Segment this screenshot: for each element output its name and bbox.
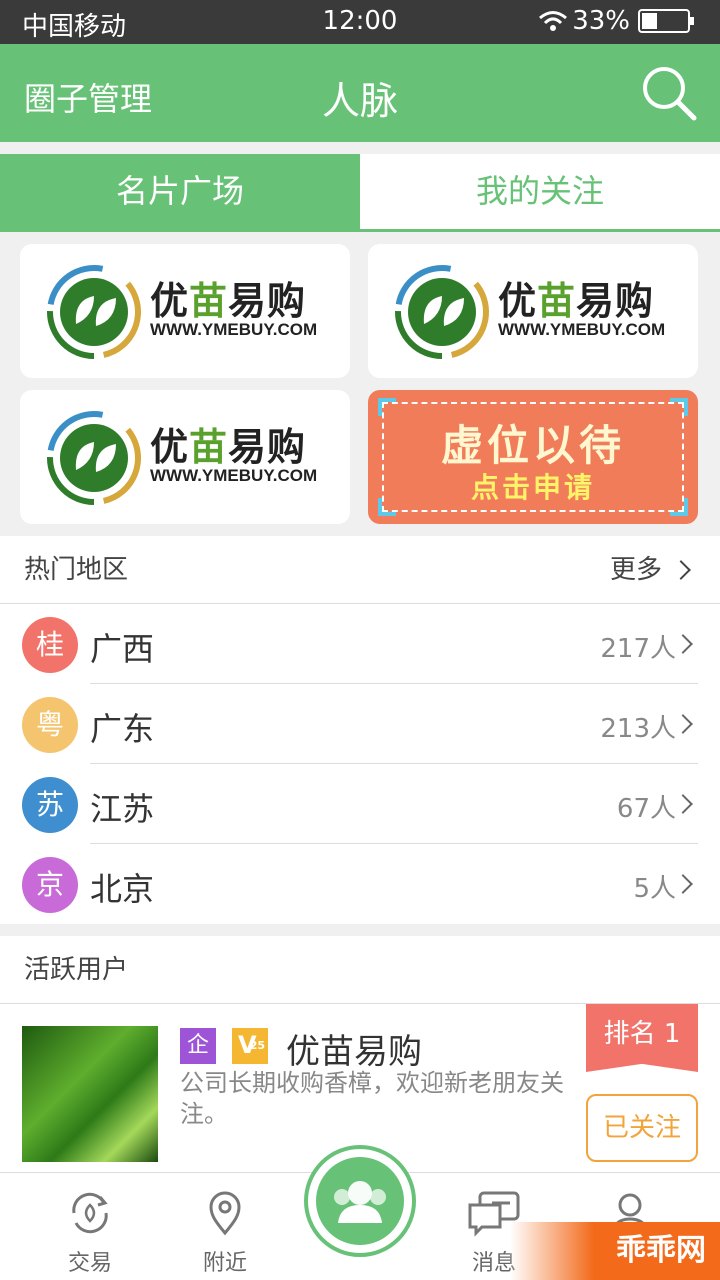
watermark-logo: 乖乖网 (510, 1222, 720, 1280)
region-name: 广东 (90, 710, 155, 748)
leaf-logo-icon (395, 265, 489, 359)
region-row[interactable]: 苏 江苏 67人 (0, 764, 720, 844)
status-indicators: 33% (538, 6, 694, 36)
bottom-tab-bar: 交易 附近 消息 乖乖网 (0, 1145, 720, 1280)
tab-card-square[interactable]: 名片广场 (0, 154, 360, 229)
status-bar: 中国移动 12:00 33% (0, 0, 720, 44)
section-title: 热门地区 (24, 555, 129, 585)
vip-level-badge: V 25 (232, 1028, 268, 1064)
page-title: 人脉 (321, 79, 398, 123)
business-card[interactable]: 优苗易购 WWW.YMEBUY.COM (20, 244, 350, 378)
battery-percent: 33% (572, 6, 630, 36)
region-name: 江苏 (90, 790, 155, 828)
location-icon (209, 1191, 241, 1236)
section-title: 活跃用户 (24, 955, 129, 985)
tab-label: 附近 (202, 1251, 247, 1276)
contacts-icon (334, 1181, 386, 1223)
rank-badge: 排名 1 (586, 1004, 698, 1072)
section-header: 热门地区 更多 (0, 536, 720, 604)
tab-label: 交易 (67, 1251, 112, 1276)
company-name-logo: 优苗易购 (150, 279, 307, 323)
search-icon[interactable] (640, 64, 698, 122)
leaf-logo-icon (47, 265, 141, 359)
active-users-section: 活跃用户 企 V 25 优苗易购 公司长期收购香樟，欢迎新老朋友关注。 排名 1 … (0, 936, 720, 1172)
company-url: WWW.YMEBUY.COM (150, 466, 318, 485)
business-card[interactable]: 优苗易购 WWW.YMEBUY.COM (368, 244, 698, 378)
section-header: 活跃用户 (0, 936, 720, 1004)
battery-icon (638, 9, 694, 33)
enterprise-badge: 企 (180, 1028, 216, 1064)
region-row[interactable]: 桂 广西 217人 (0, 604, 720, 684)
region-row[interactable]: 京 北京 5人 (0, 844, 720, 924)
apply-slot-button[interactable]: 虚位以待 点击申请 (368, 390, 698, 524)
region-row[interactable]: 粤 广东 213人 (0, 684, 720, 764)
chevron-right-icon (671, 560, 691, 580)
region-name: 广西 (90, 630, 155, 668)
region-badge: 桂 (22, 617, 78, 673)
company-logo: 优苗易购 WWW.YMEBUY.COM (44, 262, 334, 362)
company-name-logo: 优苗易购 (150, 425, 307, 469)
tab-nearby[interactable]: 附近 (175, 1189, 275, 1277)
region-badge: 京 (22, 857, 78, 913)
followed-button[interactable]: 已关注 (586, 1094, 698, 1162)
contacts-icon-bg (316, 1157, 404, 1245)
region-count: 213人 (600, 714, 676, 744)
region-badge: 粤 (22, 697, 78, 753)
region-count: 67人 (616, 794, 676, 824)
business-card[interactable]: 优苗易购 WWW.YMEBUY.COM (20, 390, 350, 524)
company-name-logo: 优苗易购 (498, 279, 655, 323)
leaf-logo-icon (47, 411, 141, 505)
app-header: 圈子管理 人脉 (0, 44, 720, 142)
tab-bar: 名片广场 我的关注 (0, 154, 720, 232)
more-link[interactable]: 更多 (610, 536, 691, 604)
chevron-right-icon (673, 874, 693, 894)
company-url: WWW.YMEBUY.COM (150, 320, 318, 339)
user-avatar (22, 1026, 158, 1162)
tab-trade[interactable]: 交易 (40, 1189, 140, 1277)
region-name: 北京 (90, 870, 155, 908)
user-name: 优苗易购 (286, 1032, 422, 1072)
region-count: 5人 (633, 874, 676, 904)
promo-title: 虚位以待 (440, 421, 625, 470)
chevron-right-icon (673, 634, 693, 654)
tab-my-follows[interactable]: 我的关注 (360, 154, 720, 229)
hot-regions-section: 热门地区 更多 桂 广西 217人 粤 广东 213人 苏 江苏 67人 京 北… (0, 536, 720, 924)
company-logo: 优苗易购 WWW.YMEBUY.COM (392, 262, 682, 362)
chevron-right-icon (673, 794, 693, 814)
promo-subtitle: 点击申请 (470, 471, 595, 504)
company-url: WWW.YMEBUY.COM (498, 320, 666, 339)
trade-icon (72, 1192, 108, 1234)
chevron-right-icon (673, 714, 693, 734)
user-description: 公司长期收购香樟，欢迎新老朋友关注。 (180, 1069, 564, 1128)
region-badge: 苏 (22, 777, 78, 833)
tab-contacts[interactable] (304, 1145, 416, 1257)
region-count: 217人 (600, 634, 676, 664)
wifi-icon (539, 11, 568, 31)
company-logo: 优苗易购 WWW.YMEBUY.COM (44, 408, 334, 508)
